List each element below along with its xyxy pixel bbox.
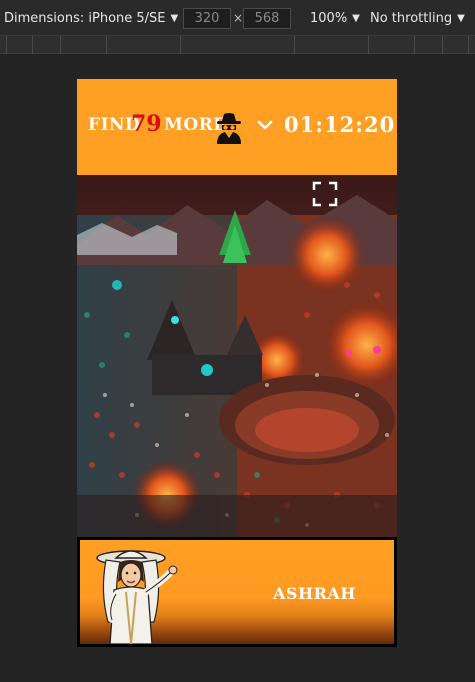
caret-down-icon: ▼ bbox=[457, 12, 465, 24]
ruler-tick bbox=[6, 36, 7, 54]
throttle-select[interactable]: No throttling ▼ bbox=[370, 0, 465, 36]
ruler-tick bbox=[60, 36, 61, 54]
width-input[interactable]: 320 bbox=[183, 8, 231, 29]
ruler-tick bbox=[368, 36, 369, 54]
devtools-device-toolbar: Dimensions: iPhone 5/SE ▼ 320 × 568 100%… bbox=[0, 0, 475, 36]
remaining-count: 79 bbox=[131, 111, 162, 137]
hidden-object-scene[interactable] bbox=[77, 175, 397, 537]
character-card[interactable]: ASHRAH bbox=[80, 540, 394, 644]
device-select[interactable]: Dimensions: iPhone 5/SE ▼ bbox=[4, 0, 178, 36]
dimension-separator: × bbox=[233, 11, 244, 25]
character-name: ASHRAH bbox=[273, 584, 356, 603]
character-portrait bbox=[96, 550, 178, 644]
device-viewport: FIND 79 MORE 01:12:20 ASHRAH bbox=[77, 79, 397, 647]
caret-down-icon: ▼ bbox=[170, 12, 179, 24]
ruler-tick bbox=[180, 36, 181, 54]
character-panel: ASHRAH bbox=[77, 537, 397, 647]
ruler-tick bbox=[106, 36, 107, 54]
throttle-label: No throttling bbox=[370, 10, 453, 26]
caret-down-icon: ▼ bbox=[352, 12, 360, 24]
media-query-ruler bbox=[0, 36, 475, 54]
game-header: FIND 79 MORE 01:12:20 bbox=[77, 79, 397, 175]
chevron-down-icon[interactable] bbox=[257, 119, 273, 131]
ruler-tick bbox=[442, 36, 443, 54]
zoom-select[interactable]: 100% ▼ bbox=[310, 0, 360, 36]
spy-icon bbox=[217, 113, 241, 144]
ruler-tick bbox=[414, 36, 415, 54]
ruler-tick bbox=[32, 36, 33, 54]
zoom-label: 100% bbox=[310, 10, 348, 26]
ruler-tick bbox=[468, 36, 469, 54]
ruler-tick bbox=[294, 36, 295, 54]
fullscreen-icon[interactable] bbox=[312, 181, 338, 207]
device-label: Dimensions: iPhone 5/SE bbox=[4, 10, 166, 26]
scene-illustration bbox=[77, 175, 397, 537]
countdown-timer: 01:12:20 bbox=[284, 112, 396, 137]
height-input[interactable]: 568 bbox=[243, 8, 291, 29]
